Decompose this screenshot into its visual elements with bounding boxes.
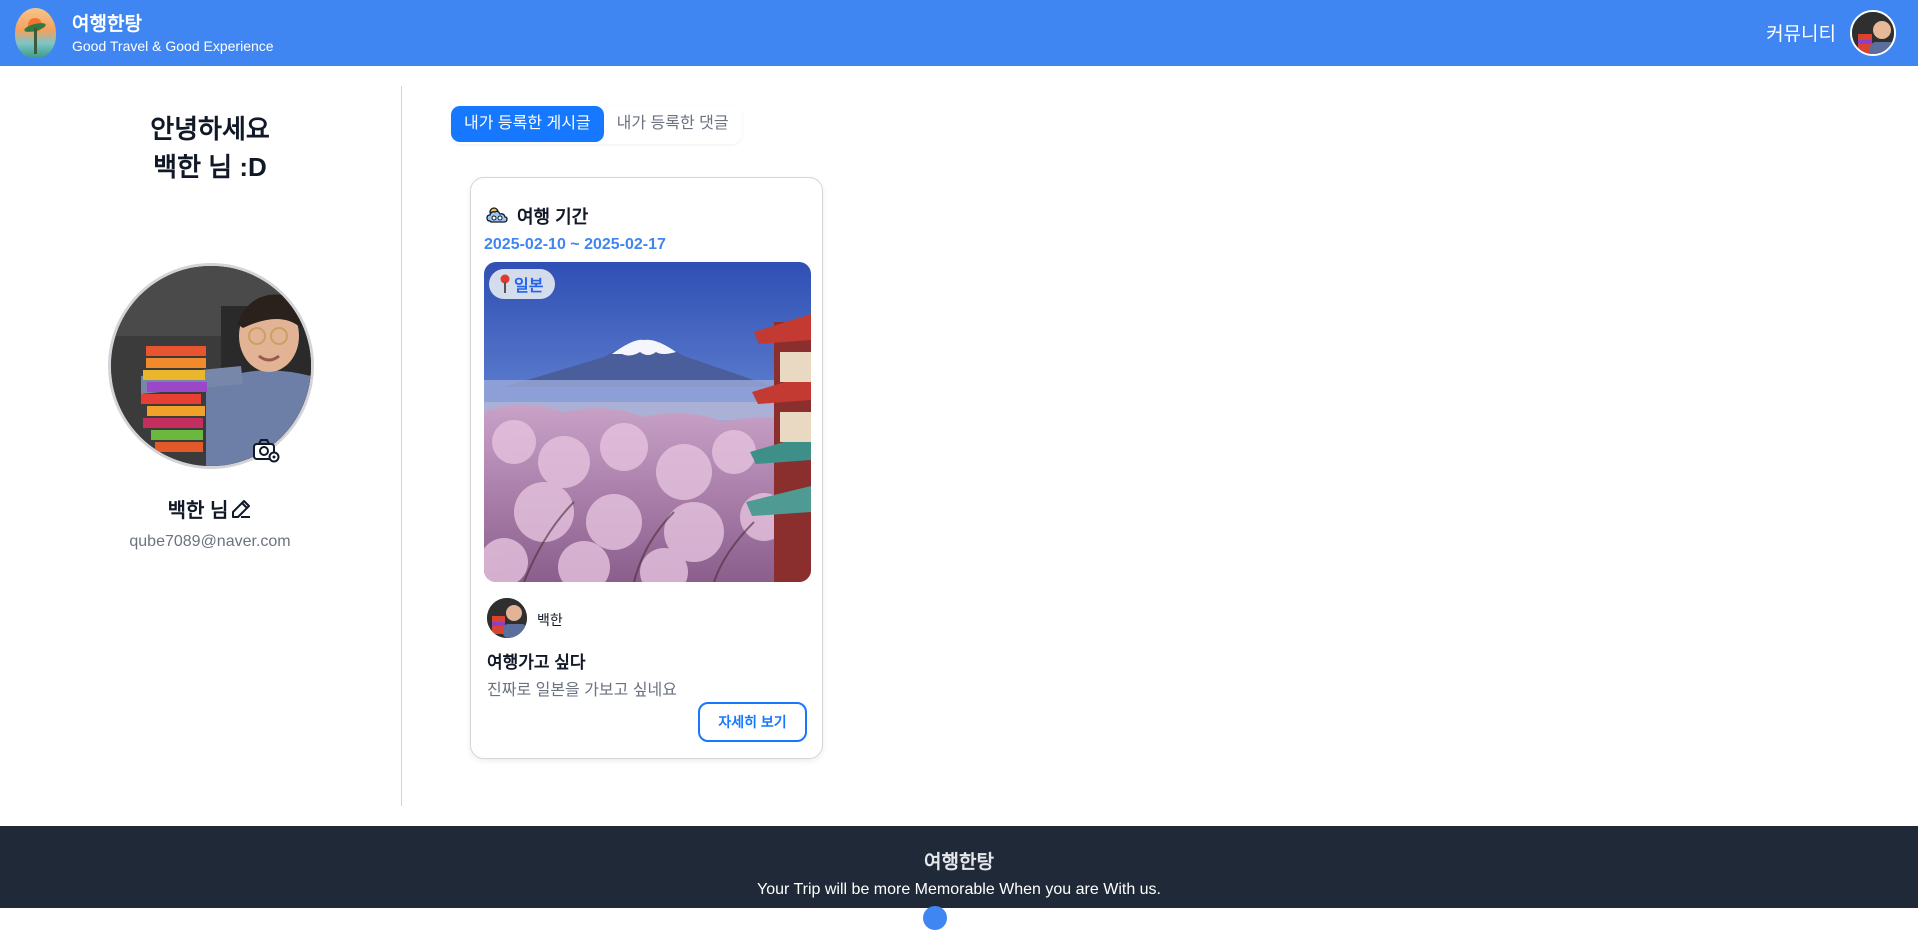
camera-icon[interactable]: [252, 437, 280, 463]
sidebar-divider: [401, 86, 402, 806]
cloud-sun-icon: [486, 207, 508, 223]
brand-logo[interactable]: [15, 8, 56, 58]
author-avatar[interactable]: [487, 598, 527, 638]
author-name[interactable]: 백한: [537, 610, 563, 630]
footer-title: 여행한탕: [924, 852, 994, 873]
header-user-avatar[interactable]: [1850, 10, 1896, 56]
travel-period-title: 여행 기간: [517, 207, 589, 227]
top-header: 여행한탕 Good Travel & Good Experience 커뮤니티: [0, 0, 1918, 66]
greeting-heading: 안녕하세요 백한 님 :D: [0, 110, 420, 186]
post-card[interactable]: 여행 기간 2025-02-10 ~ 2025-02-17 일본 백한 여행가고…: [470, 177, 823, 759]
profile-name: 백한 님: [0, 494, 420, 523]
tab-my-posts[interactable]: 내가 등록한 게시글: [451, 106, 604, 142]
profile-email: qube7089@naver.com: [129, 533, 291, 550]
greeting-line-1: 안녕하세요: [150, 114, 270, 144]
edit-icon[interactable]: [230, 498, 252, 520]
post-excerpt: 진짜로 일본을 가보고 싶네요: [487, 682, 677, 699]
post-title[interactable]: 여행가고 싶다: [487, 648, 586, 673]
tab-my-comments[interactable]: 내가 등록한 댓글: [604, 106, 742, 142]
greeting-line-2: 백한 님 :D: [153, 152, 267, 182]
location-badge: 일본: [489, 269, 556, 299]
view-details-button[interactable]: 자세히 보기: [698, 702, 807, 742]
brand-title[interactable]: 여행한탕: [72, 9, 142, 36]
nav-community-link[interactable]: 커뮤니티: [1766, 19, 1836, 46]
post-tabs: 내가 등록한 게시글 내가 등록한 댓글: [451, 106, 742, 144]
brand-subtitle: Good Travel & Good Experience: [72, 38, 274, 54]
footer-tagline: Your Trip will be more Memorable When yo…: [756, 881, 1161, 898]
profile-name-text: 백한 님: [167, 500, 229, 522]
post-image[interactable]: 일본: [484, 262, 811, 582]
map-pin-icon: [500, 274, 510, 293]
footer: 여행한탕 Your Trip will be more Memorable Wh…: [0, 826, 1918, 930]
profile-photo[interactable]: [108, 263, 314, 469]
location-label: 일본: [514, 278, 544, 295]
footer-badge-icon: [923, 906, 947, 930]
travel-dates: 2025-02-10 ~ 2025-02-17: [484, 236, 666, 253]
